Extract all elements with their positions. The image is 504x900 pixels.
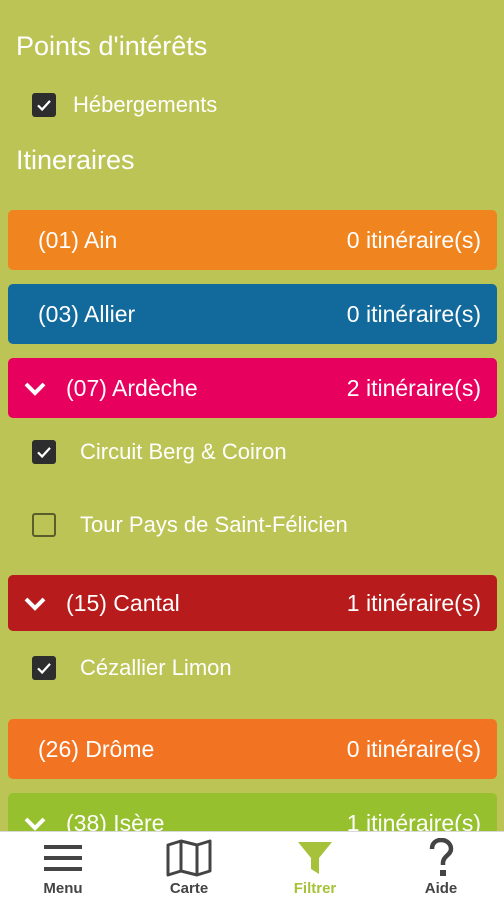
- route-cezallier-limon-checkbox[interactable]: [32, 656, 56, 680]
- nav-filtrer[interactable]: Filtrer: [252, 832, 378, 900]
- nav-aide[interactable]: Aide: [378, 832, 504, 900]
- poi-section-title: Points d'intérêts: [16, 31, 208, 61]
- nav-menu[interactable]: Menu: [0, 832, 126, 900]
- nav-menu-label: Menu: [43, 880, 83, 897]
- route-cezallier-limon-label: Cézallier Limon: [80, 655, 232, 680]
- region-ardeche-name: (07) Ardèche: [66, 374, 198, 401]
- itineraries-section-title: Itineraires: [16, 145, 135, 175]
- map-icon: [166, 838, 212, 878]
- help-icon: [418, 838, 464, 878]
- region-allier-name: (03) Allier: [38, 300, 136, 327]
- route-berg-coiron-row[interactable]: Circuit Berg & Coiron: [32, 432, 287, 472]
- chevron-down-icon: [22, 590, 48, 616]
- region-ardeche-header[interactable]: (07) Ardèche 2 itinéraire(s): [8, 358, 497, 418]
- region-allier-count: 0 itinéraire(s): [346, 300, 481, 327]
- hebergements-label: Hébergements: [73, 92, 218, 117]
- chevron-down-icon: [22, 810, 48, 831]
- region-cantal-name: (15) Cantal: [66, 589, 180, 616]
- region-allier-header[interactable]: (03) Allier 0 itinéraire(s): [8, 284, 497, 344]
- checkmark-icon: [37, 100, 51, 112]
- region-ain-name: (01) Ain: [38, 226, 118, 253]
- menu-icon: [40, 838, 86, 878]
- checkmark-icon: [37, 663, 51, 675]
- hebergements-checkbox[interactable]: [32, 93, 56, 117]
- region-cantal-count: 1 itinéraire(s): [346, 589, 481, 616]
- route-saint-felicien-row[interactable]: Tour Pays de Saint-Félicien: [32, 505, 348, 545]
- route-saint-felicien-checkbox[interactable]: [32, 513, 56, 537]
- filter-screen: Points d'intérêts Hébergements Itinerair…: [0, 0, 504, 831]
- route-saint-felicien-label: Tour Pays de Saint-Félicien: [80, 512, 348, 537]
- region-isere-header[interactable]: (38) Isère 1 itinéraire(s): [8, 793, 497, 831]
- region-drome-name: (26) Drôme: [38, 735, 155, 762]
- nav-carte[interactable]: Carte: [126, 832, 252, 900]
- region-isere-count: 1 itinéraire(s): [346, 809, 481, 832]
- filter-icon: [292, 838, 338, 878]
- nav-filtrer-label: Filtrer: [293, 880, 337, 897]
- route-cezallier-limon-row[interactable]: Cézallier Limon: [32, 648, 232, 688]
- route-berg-coiron-label: Circuit Berg & Coiron: [80, 439, 287, 464]
- chevron-down-icon: [22, 375, 48, 401]
- poi-hebergements-row[interactable]: Hébergements: [32, 88, 217, 122]
- region-ardeche-count: 2 itinéraire(s): [346, 374, 481, 401]
- region-cantal-header[interactable]: (15) Cantal 1 itinéraire(s): [8, 575, 497, 631]
- checkmark-icon: [37, 447, 51, 459]
- region-isere-name: (38) Isère: [66, 809, 165, 832]
- nav-carte-label: Carte: [169, 880, 209, 897]
- region-drome-header[interactable]: (26) Drôme 0 itinéraire(s): [8, 719, 497, 779]
- region-drome-count: 0 itinéraire(s): [346, 735, 481, 762]
- region-ain-header[interactable]: (01) Ain 0 itinéraire(s): [8, 210, 497, 270]
- route-berg-coiron-checkbox[interactable]: [32, 440, 56, 464]
- region-ain-count: 0 itinéraire(s): [346, 226, 481, 253]
- nav-aide-label: Aide: [424, 880, 458, 897]
- bottom-navigation: Menu Carte Filtrer Aide: [0, 831, 504, 900]
